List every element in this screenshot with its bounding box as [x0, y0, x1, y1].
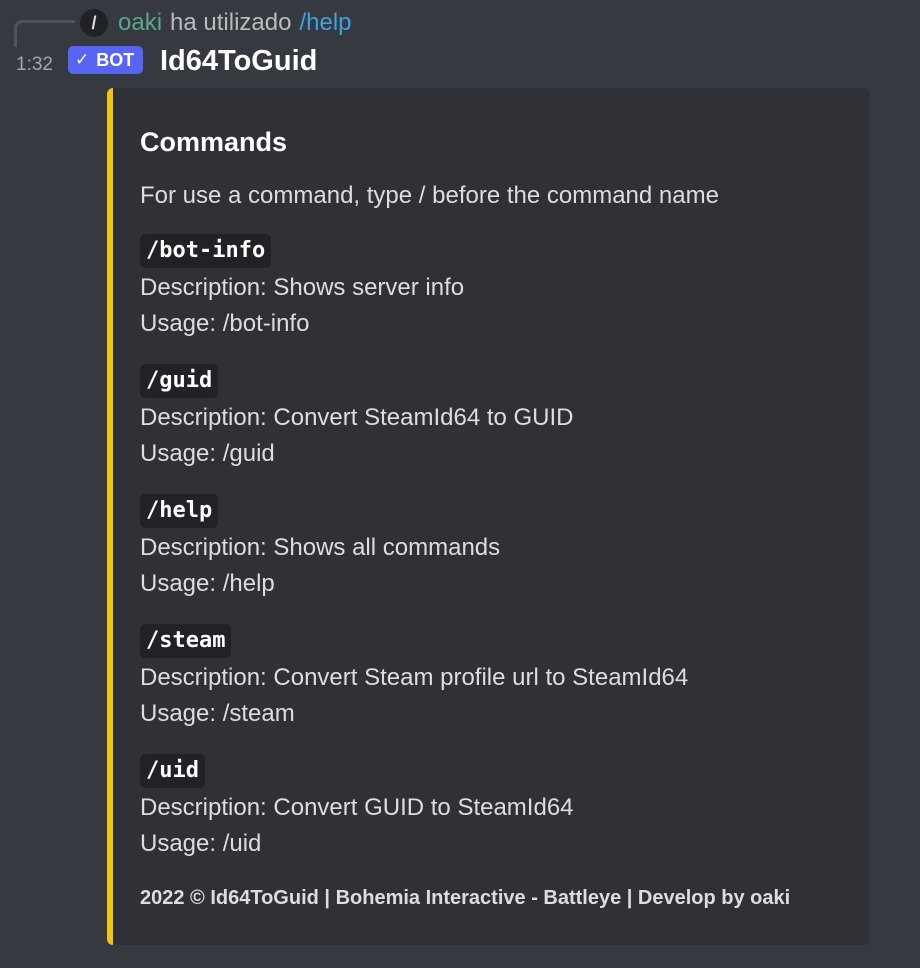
verified-check-icon: ✓ — [75, 50, 90, 69]
command-name: /uid — [140, 754, 205, 788]
command-name: /guid — [140, 364, 219, 398]
embed: Commands For use a command, type / befor… — [107, 88, 870, 945]
reply-username[interactable]: oaki — [118, 8, 162, 38]
command-item: /uid Description: Convert GUID to SteamI… — [140, 754, 840, 862]
command-item: /steam Description: Convert Steam profil… — [140, 624, 840, 732]
command-usage: Usage: /help — [140, 570, 275, 597]
reply-context[interactable]: / oaki ha utilizado /help — [80, 6, 352, 40]
command-item: /guid Description: Convert SteamId64 to … — [140, 364, 840, 472]
embed-description: For use a command, type / before the com… — [140, 182, 719, 209]
command-usage: Usage: /bot-info — [140, 310, 310, 337]
embed-title: Commands — [140, 127, 288, 157]
command-name: /bot-info — [140, 234, 272, 268]
command-usage: Usage: /steam — [140, 700, 295, 727]
command-usage: Usage: /uid — [140, 830, 262, 857]
bot-tag: ✓ BOT — [68, 46, 144, 74]
slash-command-icon: / — [80, 9, 108, 37]
command-name: /steam — [140, 624, 232, 658]
command-item: /bot-info Description: Shows server info… — [140, 234, 840, 342]
command-usage: Usage: /guid — [140, 440, 275, 467]
reply-connector — [14, 20, 75, 47]
command-description: Description: Shows all commands — [140, 534, 501, 561]
bot-tag-label: BOT — [96, 49, 135, 70]
command-name: /help — [140, 494, 219, 528]
command-description: Description: Convert SteamId64 to GUID — [140, 404, 574, 431]
author-name[interactable]: Id64ToGuid — [160, 42, 317, 80]
reply-command[interactable]: /help — [299, 8, 351, 38]
command-description: Description: Shows server info — [140, 274, 465, 301]
reply-text: ha utilizado — [170, 9, 292, 36]
command-description: Description: Convert Steam profile url t… — [140, 664, 689, 691]
embed-footer: 2022 © Id64ToGuid | Bohemia Interactive … — [140, 887, 791, 909]
command-item: /help Description: Shows all commands Us… — [140, 494, 840, 602]
command-description: Description: Convert GUID to SteamId64 — [140, 794, 574, 821]
message-timestamp[interactable]: 1:32 — [16, 52, 53, 78]
